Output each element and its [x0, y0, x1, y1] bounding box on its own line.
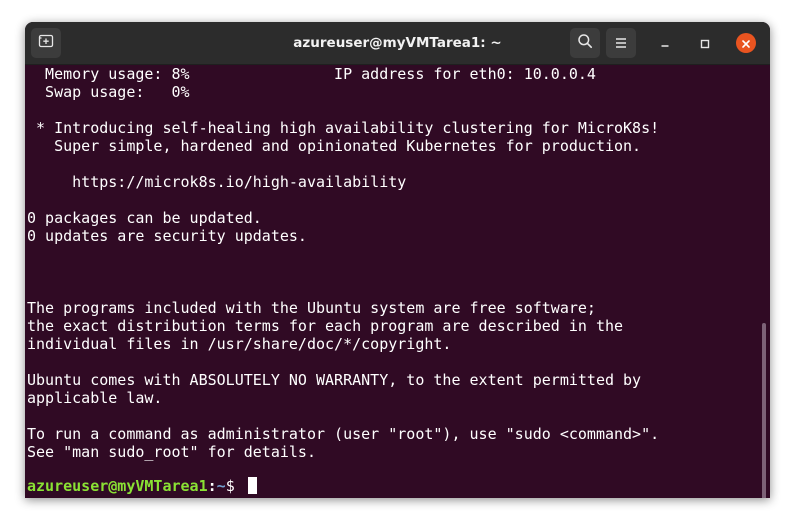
terminal-line: applicable law. [27, 389, 163, 407]
terminal-line: See "man sudo_root" for details. [27, 443, 316, 461]
prompt-path: ~ [216, 477, 226, 495]
terminal-line: Swap usage: 0% [27, 83, 190, 101]
maximize-button[interactable] [695, 33, 715, 53]
terminal-line: * Introducing self-healing high availabi… [27, 119, 660, 137]
minimize-icon [660, 34, 670, 53]
terminal-line: Ubuntu comes with ABSOLUTELY NO WARRANTY… [27, 371, 642, 389]
terminal-line: the exact distribution terms for each pr… [27, 317, 624, 335]
minimize-button[interactable] [655, 33, 675, 53]
menu-button[interactable] [606, 28, 636, 58]
new-tab-icon [38, 33, 54, 53]
hamburger-menu-icon [614, 34, 628, 53]
terminal-output[interactable]: Memory usage: 8% IP address for eth0: 10… [25, 65, 770, 498]
terminal-line: The programs included with the Ubuntu sy… [27, 299, 596, 317]
terminal-line: 0 packages can be updated. [27, 209, 262, 227]
maximize-icon [700, 34, 710, 53]
close-icon [741, 34, 751, 53]
terminal-line: https://microk8s.io/high-availability [27, 173, 407, 191]
search-icon [577, 33, 593, 53]
search-button[interactable] [570, 28, 600, 58]
terminal-window: azureuser@myVMTarea1: ~ Memory usage: 8%… [25, 22, 770, 498]
terminal-line: individual files in /usr/share/doc/*/cop… [27, 335, 452, 353]
close-button[interactable] [736, 33, 756, 53]
title-bar[interactable]: azureuser@myVMTarea1: ~ [25, 22, 770, 65]
terminal-line: Memory usage: 8% IP address for eth0: 10… [27, 65, 596, 83]
scrollbar[interactable] [762, 323, 766, 498]
prompt-symbol: $ [225, 477, 244, 495]
text-cursor [247, 477, 257, 494]
shell-prompt[interactable]: azureuser@myVMTarea1:~$ [27, 477, 659, 495]
terminal-line: Super simple, hardened and opinionated K… [27, 137, 642, 155]
prompt-separator: : [207, 477, 217, 495]
terminal-line: 0 updates are security updates. [27, 227, 307, 245]
new-tab-button[interactable] [31, 28, 61, 58]
terminal-lines: Memory usage: 8% IP address for eth0: 10… [27, 65, 659, 495]
terminal-line: To run a command as administrator (user … [27, 425, 660, 443]
prompt-user-host: azureuser@myVMTarea1 [27, 477, 208, 495]
